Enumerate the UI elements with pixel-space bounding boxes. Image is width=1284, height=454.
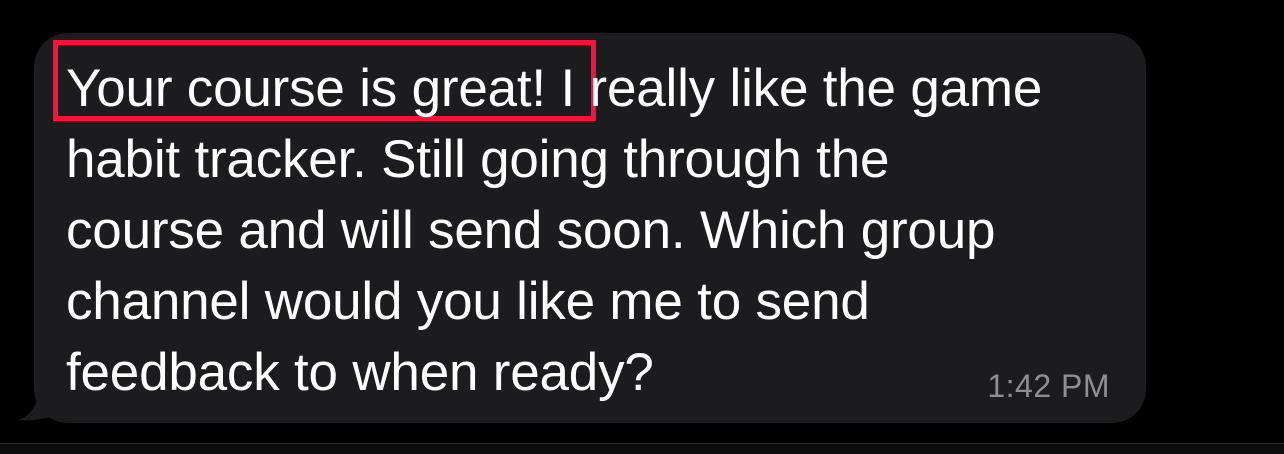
message-line-5: feedback to when ready? — [66, 343, 654, 402]
message-line-3: course and will send soon. Which group — [66, 201, 996, 260]
message-timestamp: 1:42 PM — [987, 368, 1110, 404]
message-line-4: channel would you like me to send — [66, 272, 870, 331]
message-line-2: habit tracker. Still going through the — [66, 130, 890, 189]
message-line-1: Your course is great! I really like the … — [66, 53, 1126, 124]
message-text: Your course is great! I really like the … — [66, 53, 1126, 408]
highlighted-phrase: Your course is great! — [66, 59, 546, 118]
bottom-divider — [0, 443, 1284, 454]
message-line-1-rest: I really like the game — [545, 59, 1043, 118]
